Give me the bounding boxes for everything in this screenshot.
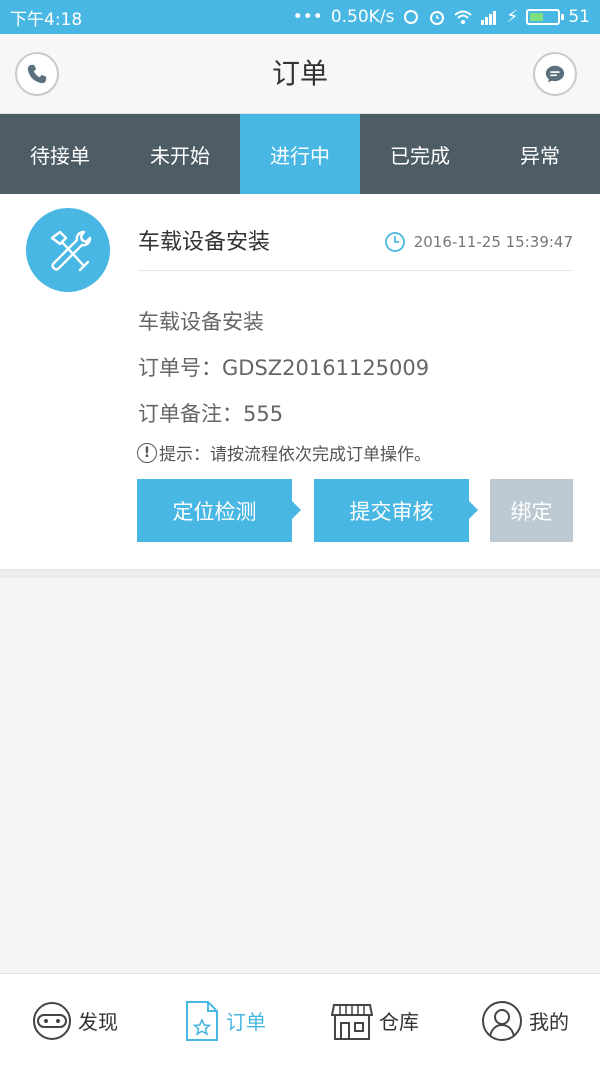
order-type-avatar xyxy=(26,208,110,292)
nav-discover[interactable]: 发现 xyxy=(0,974,150,1067)
nav-warehouse[interactable]: 仓库 xyxy=(300,974,450,1067)
tab-not-started[interactable]: 未开始 xyxy=(120,114,240,194)
clock-icon xyxy=(384,232,405,252)
process-tip: ! 提示：请按流程依次完成订单操作。 xyxy=(137,440,431,465)
order-remark: 订单备注：555 xyxy=(138,402,284,426)
battery-icon xyxy=(526,9,565,25)
service-name: 车载设备安装 xyxy=(138,310,264,334)
tab-exception[interactable]: 异常 xyxy=(480,114,600,194)
order-time-text: 2016-11-25 15:39:47 xyxy=(413,233,573,251)
nav-label: 仓库 xyxy=(379,1010,419,1034)
nav-label: 订单 xyxy=(226,1010,266,1034)
sync-icon xyxy=(404,10,419,24)
nav-label: 我的 xyxy=(529,1010,569,1034)
battery-percent: 51 xyxy=(568,7,590,27)
tab-completed[interactable]: 已完成 xyxy=(360,114,480,194)
message-icon xyxy=(545,65,565,83)
wifi-icon xyxy=(454,10,473,24)
status-time: 下午4:18 xyxy=(10,9,83,30)
tip-text: 提示：请按流程依次完成订单操作。 xyxy=(159,445,431,465)
page-title: 订单 xyxy=(271,57,328,90)
profile-icon xyxy=(482,1000,522,1041)
bottom-nav: 发现 订单 仓库 我的 xyxy=(0,973,600,1067)
tab-in-progress[interactable]: 进行中 xyxy=(240,114,360,194)
order-card[interactable]: 车载设备安装 2016-11-25 15:39:47 车载设备安装 订单号：GD… xyxy=(0,194,600,570)
step-arrow-icon xyxy=(469,501,478,519)
step-label: 定位检测 xyxy=(172,499,257,524)
nav-label: 发现 xyxy=(78,1010,118,1034)
locate-check-button[interactable]: 定位检测 xyxy=(137,479,301,542)
divider xyxy=(138,270,573,271)
section-separator xyxy=(0,570,600,578)
order-title: 车载设备安装 xyxy=(138,230,271,255)
nav-orders[interactable]: 订单 xyxy=(150,974,300,1067)
charging-icon: ⚡ xyxy=(506,7,519,27)
order-time: 2016-11-25 15:39:47 xyxy=(384,231,573,253)
order-number: 订单号：GDSZ20161125009 xyxy=(138,356,430,380)
more-dots-icon: ••• xyxy=(292,7,323,27)
discover-icon xyxy=(33,1001,71,1040)
network-speed: 0.50K/s xyxy=(330,7,395,27)
submit-review-button[interactable]: 提交审核 xyxy=(314,479,478,542)
order-status-tabs: 待接单 未开始 进行中 已完成 异常 xyxy=(0,114,600,194)
bind-button[interactable]: 绑定 xyxy=(490,479,573,542)
nav-profile[interactable]: 我的 xyxy=(450,974,600,1067)
step-label: 提交审核 xyxy=(349,499,434,524)
message-button[interactable] xyxy=(533,52,577,96)
alarm-icon xyxy=(430,11,445,25)
order-icon xyxy=(186,1000,218,1041)
step-arrow-icon xyxy=(292,501,301,519)
signal-icon xyxy=(481,11,497,25)
info-icon: ! xyxy=(137,442,157,463)
tools-icon xyxy=(50,230,92,272)
status-bar: 下午4:18 ••• 0.50K/s ⚡ 51 xyxy=(0,0,600,34)
warehouse-icon xyxy=(331,1003,373,1040)
header: 订单 xyxy=(0,34,600,114)
step-label: 绑定 xyxy=(510,499,553,524)
tab-pending[interactable]: 待接单 xyxy=(0,114,120,194)
